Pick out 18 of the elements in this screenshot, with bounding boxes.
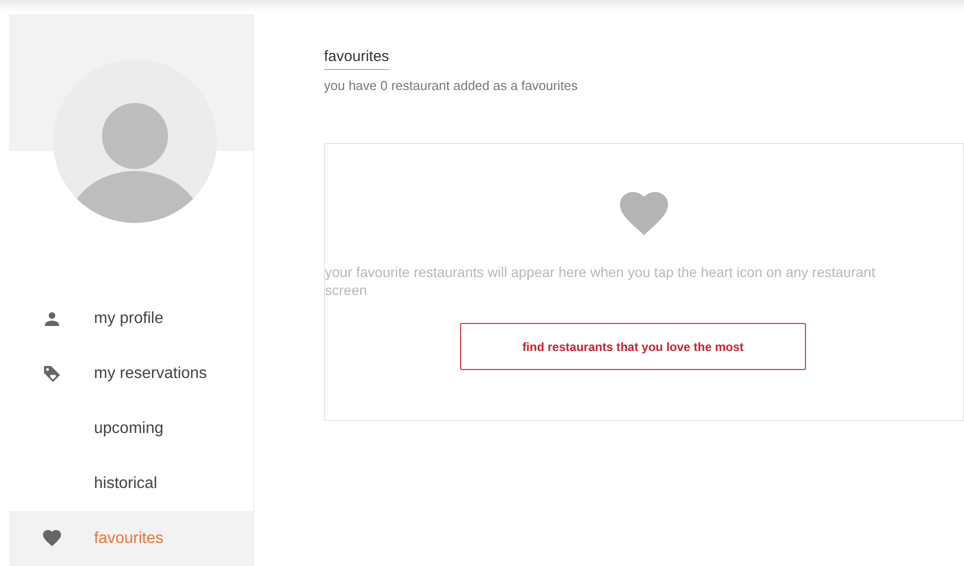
- person-icon: [44, 312, 58, 326]
- avatar-icon: [53, 59, 217, 223]
- sidebar-item-label: upcoming: [94, 420, 164, 438]
- heart-icon: [620, 192, 668, 236]
- sidebar-item-label: historical: [94, 474, 158, 492]
- sidebar-item-label: my reservations: [94, 364, 207, 382]
- sidebar-item-label: my profile: [94, 310, 164, 328]
- sidebar-item-label: favourites: [94, 530, 164, 548]
- favourites-count-text: you have 0 restaurant added as a favourites: [324, 78, 578, 93]
- empty-state-message: your favourite restaurants will appear here when you tap the heart icon on any restaurant screen: [325, 263, 876, 300]
- find-restaurants-button[interactable]: find restaurants that you love the most: [460, 323, 806, 370]
- sidebar-item[interactable]: my profile: [9, 291, 253, 346]
- heart-icon: [42, 530, 60, 547]
- page-title: favourites: [324, 48, 390, 70]
- tag-icon: [42, 364, 60, 382]
- sidebar-item[interactable]: historical: [9, 456, 253, 511]
- sidebar-item[interactable]: upcoming: [9, 401, 253, 456]
- sidebar-item[interactable]: my reservations: [9, 346, 253, 401]
